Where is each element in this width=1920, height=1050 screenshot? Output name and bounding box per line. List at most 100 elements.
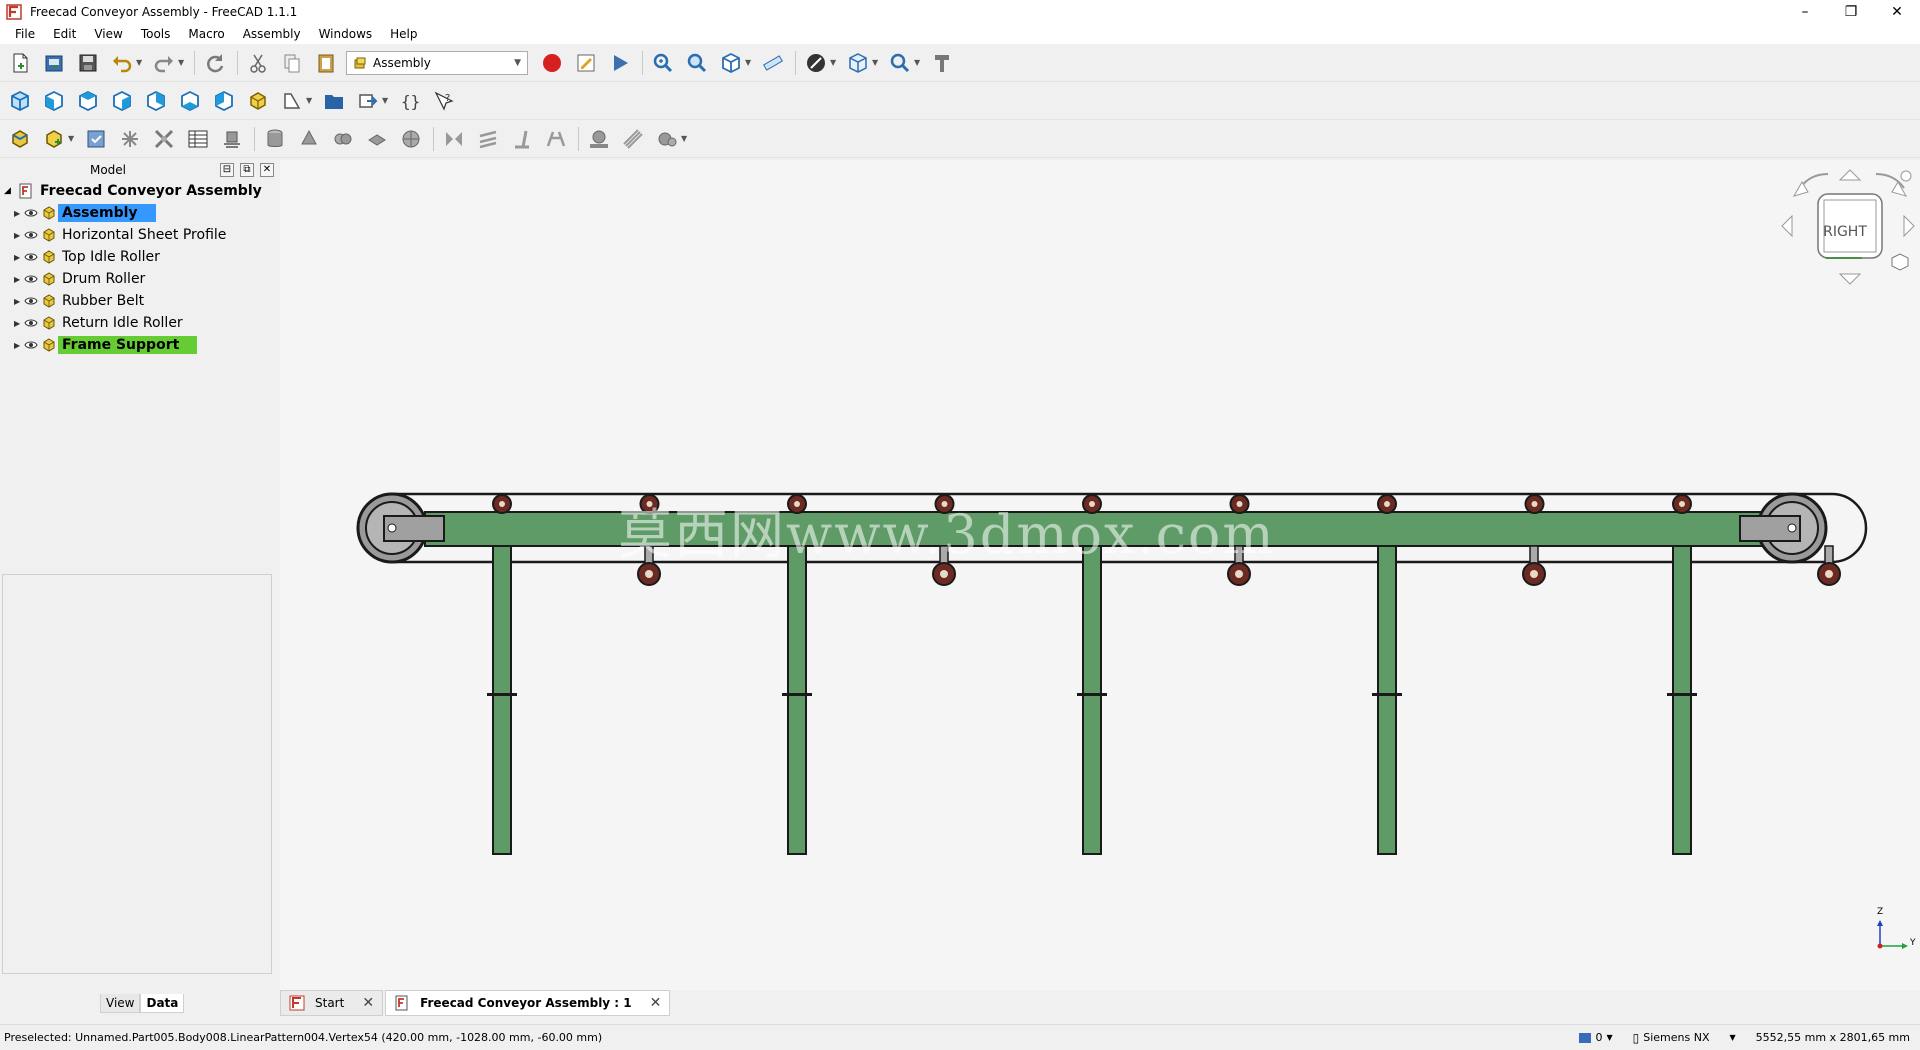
tree-item[interactable]: ▶ Horizontal Sheet Profile: [0, 224, 278, 246]
tree-item[interactable]: ▶ Assembly: [0, 202, 278, 224]
perpendicular-joint-button[interactable]: [508, 125, 536, 153]
right-view-button[interactable]: [108, 87, 136, 115]
expand-caret-icon[interactable]: ▶: [14, 275, 24, 284]
visibility-eye-icon[interactable]: [24, 250, 38, 264]
sketch-dropdown-icon[interactable]: ▼: [306, 96, 314, 105]
tree-item[interactable]: ▶ Return Idle Roller: [0, 312, 278, 334]
workbench-selector[interactable]: Assembly ▼: [346, 50, 528, 75]
visibility-eye-icon[interactable]: [24, 228, 38, 242]
zoom-button[interactable]: [886, 49, 914, 77]
bottom-view-button[interactable]: [176, 87, 204, 115]
fit-all-button[interactable]: [649, 49, 677, 77]
sketch-button[interactable]: [278, 87, 306, 115]
return-idle-roller-hub[interactable]: [1825, 570, 1833, 578]
create-assembly-button[interactable]: [6, 125, 34, 153]
float-panel-icon[interactable]: ⧉: [240, 163, 254, 177]
tree-item[interactable]: ▶ Rubber Belt: [0, 290, 278, 312]
measure-button[interactable]: [759, 49, 787, 77]
fixed-joint-button[interactable]: [261, 125, 289, 153]
expand-caret-icon[interactable]: ◢: [4, 186, 18, 196]
tab-start[interactable]: Start ✕: [280, 990, 384, 1016]
menu-assembly[interactable]: Assembly: [234, 27, 310, 41]
frame-support-leg[interactable]: [1672, 543, 1692, 855]
frame-support-foot[interactable]: [782, 693, 812, 696]
front-view-button[interactable]: [40, 87, 68, 115]
expand-caret-icon[interactable]: ▶: [14, 319, 24, 328]
menu-file[interactable]: File: [6, 27, 44, 41]
box-selection-dropdown-icon[interactable]: ▼: [872, 58, 880, 67]
navigation-style-selector[interactable]: ▯ Siemens NX ▼: [1633, 1031, 1736, 1045]
drum-axle[interactable]: [1787, 523, 1797, 533]
close-panel-icon[interactable]: ✕: [260, 163, 274, 177]
drum-axle[interactable]: [387, 523, 397, 533]
expand-caret-icon[interactable]: ▶: [14, 297, 24, 306]
visibility-eye-icon[interactable]: [24, 316, 38, 330]
close-icon[interactable]: ✕: [362, 995, 374, 1011]
simulation-button[interactable]: [150, 125, 178, 153]
slider-joint-button[interactable]: [363, 125, 391, 153]
box-selection-button[interactable]: [844, 49, 872, 77]
link-button[interactable]: [354, 87, 382, 115]
draw-style-button[interactable]: [802, 49, 830, 77]
whats-this-help-button[interactable]: ?: [430, 87, 458, 115]
angle-joint-button[interactable]: [542, 125, 570, 153]
gears-dropdown-icon[interactable]: ▼: [681, 134, 689, 143]
return-idle-roller-hub[interactable]: [645, 570, 653, 578]
visibility-eye-icon[interactable]: [24, 272, 38, 286]
parallel-joint-button[interactable]: [474, 125, 502, 153]
return-idle-roller-hub[interactable]: [1235, 570, 1243, 578]
top-idle-roller-hub[interactable]: [1384, 501, 1390, 507]
create-part-button[interactable]: [244, 87, 272, 115]
menu-tools[interactable]: Tools: [132, 27, 180, 41]
fit-selection-button[interactable]: [683, 49, 711, 77]
draw-style-dropdown-icon[interactable]: ▼: [830, 58, 838, 67]
tree-item[interactable]: ▶ Frame Support: [0, 334, 278, 356]
variable-set-button[interactable]: {}: [396, 87, 424, 115]
open-button[interactable]: [40, 49, 68, 77]
bill-of-materials-button[interactable]: [184, 125, 212, 153]
menu-edit[interactable]: Edit: [44, 27, 85, 41]
ball-joint-button[interactable]: [397, 125, 425, 153]
record-macro-button[interactable]: [538, 49, 566, 77]
cut-button[interactable]: [244, 49, 272, 77]
revolute-joint-button[interactable]: [295, 125, 323, 153]
visibility-eye-icon[interactable]: [24, 294, 38, 308]
rack-pinion-button[interactable]: [585, 125, 613, 153]
return-idle-roller-hub[interactable]: [940, 570, 948, 578]
macros-button[interactable]: [572, 49, 600, 77]
screw-joint-button[interactable]: [619, 125, 647, 153]
close-icon[interactable]: ✕: [650, 995, 662, 1011]
redo-button[interactable]: [150, 49, 178, 77]
views-dropdown-icon[interactable]: ▼: [745, 58, 753, 67]
execute-macro-button[interactable]: [606, 49, 634, 77]
undo-button[interactable]: [108, 49, 136, 77]
explode-button[interactable]: [116, 125, 144, 153]
tree-root-document[interactable]: ◢ Freecad Conveyor Assembly: [0, 180, 278, 202]
frame-support-leg[interactable]: [1377, 543, 1397, 855]
gears-button[interactable]: [653, 125, 681, 153]
tree-item[interactable]: ▶ Drum Roller: [0, 268, 278, 290]
dock-toggle-icon[interactable]: ⊟: [220, 163, 234, 177]
refresh-button[interactable]: [201, 49, 229, 77]
undo-dropdown-icon[interactable]: ▼: [136, 58, 144, 67]
standard-views-button[interactable]: [717, 49, 745, 77]
copy-button[interactable]: [278, 49, 306, 77]
expand-caret-icon[interactable]: ▶: [14, 209, 24, 218]
insert-component-button[interactable]: [40, 125, 68, 153]
link-dropdown-icon[interactable]: ▼: [382, 96, 390, 105]
frame-support-foot[interactable]: [1372, 693, 1402, 696]
left-view-button[interactable]: [210, 87, 238, 115]
solve-assembly-button[interactable]: [82, 125, 110, 153]
expand-caret-icon[interactable]: ▶: [14, 253, 24, 262]
top-idle-roller-hub[interactable]: [499, 501, 505, 507]
save-button[interactable]: [74, 49, 102, 77]
frame-support-foot[interactable]: [1667, 693, 1697, 696]
new-document-button[interactable]: [6, 49, 34, 77]
zoom-dropdown-icon[interactable]: ▼: [914, 58, 922, 67]
navigation-cube[interactable]: RIGHT: [1780, 166, 1920, 300]
visibility-eye-icon[interactable]: [24, 206, 38, 220]
tree-item[interactable]: ▶ Top Idle Roller: [0, 246, 278, 268]
tab-conveyor-assembly[interactable]: Freecad Conveyor Assembly : 1 ✕: [385, 990, 671, 1016]
3d-viewport[interactable]: 莫西网www.3dmox.com RIGHT Z Y: [280, 160, 1920, 990]
frame-support-foot[interactable]: [487, 693, 517, 696]
